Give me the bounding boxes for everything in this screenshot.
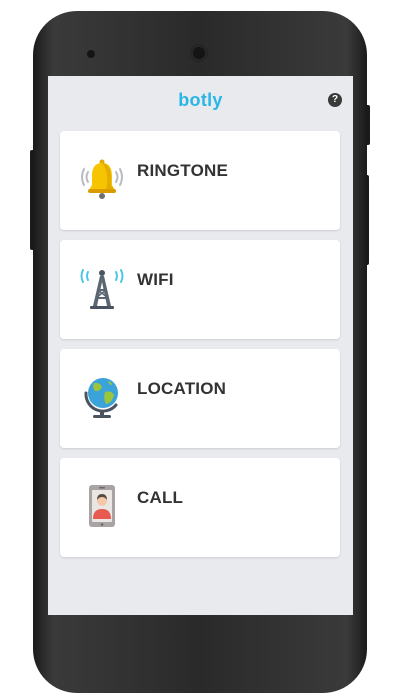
side-button: [365, 175, 369, 265]
menu-item-call[interactable]: CALL: [60, 458, 340, 557]
app-screen: botly ? RINGTONE WIFI LOCATION CALL: [48, 76, 353, 615]
volume-button: [30, 150, 35, 250]
proximity-sensor: [87, 50, 95, 58]
phone-contact-icon: [89, 485, 115, 527]
phone-chin: [48, 615, 353, 675]
menu-item-location[interactable]: LOCATION: [60, 349, 340, 448]
menu-item-label: CALL: [137, 488, 184, 507]
help-icon[interactable]: ?: [328, 93, 342, 107]
menu-item-label: RINGTONE: [137, 161, 229, 180]
front-camera: [190, 44, 208, 62]
globe-icon: [84, 378, 118, 418]
power-button: [365, 105, 370, 145]
app-title: botly: [178, 90, 223, 110]
bell-icon: [81, 159, 123, 199]
wifi-tower-icon: [80, 269, 124, 309]
menu-item-ringtone[interactable]: RINGTONE: [60, 131, 340, 230]
menu-item-label: WIFI: [137, 270, 174, 289]
menu-item-label: LOCATION: [137, 379, 227, 398]
menu-item-wifi[interactable]: WIFI: [60, 240, 340, 339]
